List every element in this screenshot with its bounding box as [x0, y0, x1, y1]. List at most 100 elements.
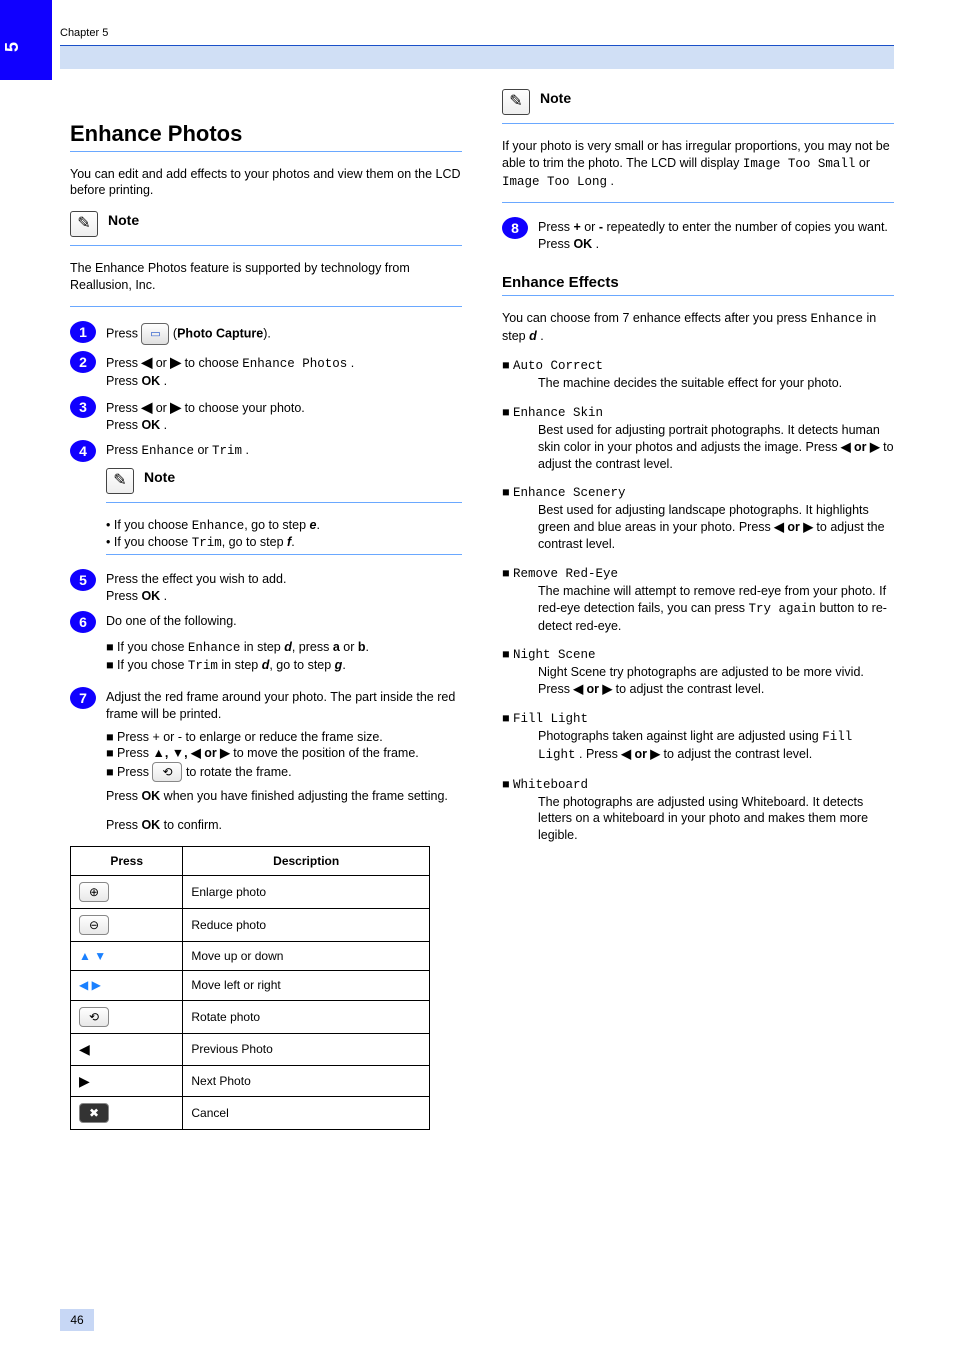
step-7-number: 7	[70, 687, 96, 709]
next-icon[interactable]: ▶	[79, 1073, 90, 1089]
td-desc: Move left or right	[183, 971, 430, 1000]
s4n1-mid: , go to step	[222, 535, 287, 549]
nr-lcd2: Image Too Long	[502, 175, 607, 189]
step-2-second-end: .	[164, 374, 167, 388]
col-press: Press	[71, 847, 183, 876]
step-2-mid: or	[156, 356, 171, 370]
table-row: ⊖ Reduce photo	[71, 909, 430, 942]
s4n1-trim: Trim	[192, 536, 222, 550]
s7b2-post: to rotate the frame.	[182, 765, 291, 779]
zoom-out-icon[interactable]: ⊖	[79, 915, 109, 935]
eff5-mid: . Press	[579, 747, 621, 761]
s7-final2-post: to confirm.	[160, 818, 222, 832]
effect-remove-redeye: ■ Remove Red-Eye The machine will attemp…	[502, 565, 894, 635]
chapter-tab: 5	[0, 0, 52, 80]
table-row: ◀ Previous Photo	[71, 1033, 430, 1065]
s6b1-tail: .	[342, 658, 345, 672]
s6b0-mid2: , press	[292, 640, 333, 654]
rotate-icon-2[interactable]: ⟲	[79, 1007, 109, 1027]
step-2-end: .	[351, 356, 354, 370]
effect-fill-light: ■ Fill Light Photographs taken against l…	[502, 710, 894, 764]
step-7-bullets: ■ Press + or - to enlarge or reduce the …	[106, 729, 462, 835]
step-4: 4 Press Enhance or Trim .	[70, 440, 462, 462]
step-4-opt1: Enhance	[141, 444, 194, 458]
s6b0-a: a	[333, 640, 340, 654]
nr-lcd1: Image Too Small	[743, 157, 856, 171]
effect-night-scene: ■ Night Scene Night Scene try photograph…	[502, 646, 894, 698]
right-arrow-icon-2: ▶	[170, 399, 181, 415]
note-pencil-icon: ✎	[70, 211, 98, 237]
table-header-row: Press Description	[71, 847, 430, 876]
s4n0-enhance: Enhance	[192, 519, 245, 533]
step-8: 8 Press + or - repeatedly to enter the n…	[502, 217, 894, 253]
step-1-bold: Photo Capture	[177, 326, 263, 340]
step-2: 2 Press ◀ or ▶ to choose Enhance Photos …	[70, 351, 462, 390]
eff0-name: Auto Correct	[513, 359, 603, 373]
right-arrow-icon: ▶	[170, 354, 181, 370]
step-5-end: .	[164, 589, 167, 603]
note-label-2: Note	[144, 468, 175, 487]
effect-whiteboard: ■ Whiteboard The photographs are adjuste…	[502, 776, 894, 845]
eff4-post: to adjust the contrast level.	[616, 682, 765, 696]
table-row: ▲ ▼ Move up or down	[71, 942, 430, 971]
step-3-second: Press	[106, 418, 141, 432]
note-block-right: ✎ Note	[502, 89, 894, 115]
step-3-post: to choose your photo.	[185, 401, 305, 415]
photo-capture-icon[interactable]: ▭	[141, 323, 169, 345]
s6b0-tail: .	[366, 640, 369, 654]
step-5-second: Press	[106, 589, 141, 603]
s8-or: or	[584, 220, 599, 234]
s4n1-tail: .	[291, 535, 294, 549]
step-7: 7 Adjust the red frame around your photo…	[70, 687, 462, 723]
note-rule	[70, 245, 462, 246]
cancel-icon[interactable]: ✖	[79, 1103, 109, 1123]
note-right-text: If your photo is very small or has irreg…	[502, 138, 894, 191]
eff4-arrows: ◀ or ▶	[573, 682, 612, 696]
eff5-name: Fill Light	[513, 712, 588, 726]
zoom-in-icon[interactable]: ⊕	[79, 882, 109, 902]
step-5: 5 Press the effect you wish to add. Pres…	[70, 569, 462, 605]
step-2-second: Press	[106, 374, 141, 388]
effect-enhance-skin: ■ Enhance Skin Best used for adjusting p…	[502, 404, 894, 473]
td-desc: Next Photo	[183, 1065, 430, 1097]
step-3-second-end: .	[164, 418, 167, 432]
step-4-number: 4	[70, 440, 96, 462]
step-1-pre: Press	[106, 326, 141, 340]
s8-ok: OK	[573, 237, 592, 251]
s7-final-mid: when you have finished adjusting the fra…	[160, 789, 448, 803]
prev-icon[interactable]: ◀	[79, 1041, 90, 1057]
rotate-icon[interactable]: ⟲	[152, 762, 182, 782]
s6b1-lead: If you chose	[117, 658, 188, 672]
subsection-rule	[502, 295, 894, 296]
arrow-up-down-icon[interactable]: ▲ ▼	[79, 949, 106, 963]
effects-intro-enhance: Enhance	[811, 312, 864, 326]
s6b1-mid: in step	[218, 658, 262, 672]
subsection-enhance-effects: Enhance Effects	[502, 273, 894, 293]
s8-post: repeatedly to enter the number of copies…	[606, 220, 887, 234]
td-desc: Enlarge photo	[183, 876, 430, 909]
td-desc: Cancel	[183, 1097, 430, 1130]
step-3-pre: Press	[106, 401, 141, 415]
effects-intro-end: .	[540, 329, 543, 343]
td-desc: Previous Photo	[183, 1033, 430, 1065]
s7b1-post: to move the position of the frame.	[230, 746, 419, 760]
eff4-name: Night Scene	[513, 648, 596, 662]
eff1-arrows: ◀ or ▶	[841, 440, 880, 454]
effect-auto-correct: ■ Auto Correct The machine decides the s…	[502, 357, 894, 392]
eff5-pre: Photographs taken against light are adju…	[538, 729, 822, 743]
step-2-option: Enhance Photos	[242, 357, 347, 371]
intro-paragraph: You can edit and add effects to your pho…	[70, 166, 462, 200]
s7-final2-pre: Press	[106, 818, 141, 832]
step-7-text: Adjust the red frame around your photo. …	[106, 690, 455, 721]
arrow-left-right-icon[interactable]: ◀ ▶	[79, 978, 101, 992]
s8-second: Press	[538, 237, 573, 251]
step-6-header: Do one of the following.	[106, 614, 237, 628]
step-1: 1 Press ▭ (Photo Capture).	[70, 321, 462, 345]
effect-enhance-scenery: ■ Enhance Scenery Best used for adjustin…	[502, 484, 894, 553]
table-row: ◀ ▶ Move left or right	[71, 971, 430, 1000]
note-pencil-icon-3: ✎	[502, 89, 530, 115]
note-label-3: Note	[540, 89, 571, 108]
s6b0-enhance: Enhance	[188, 641, 241, 655]
step-2-ok: OK	[141, 374, 160, 388]
left-column: Enhance Photos You can edit and add effe…	[70, 89, 462, 1131]
